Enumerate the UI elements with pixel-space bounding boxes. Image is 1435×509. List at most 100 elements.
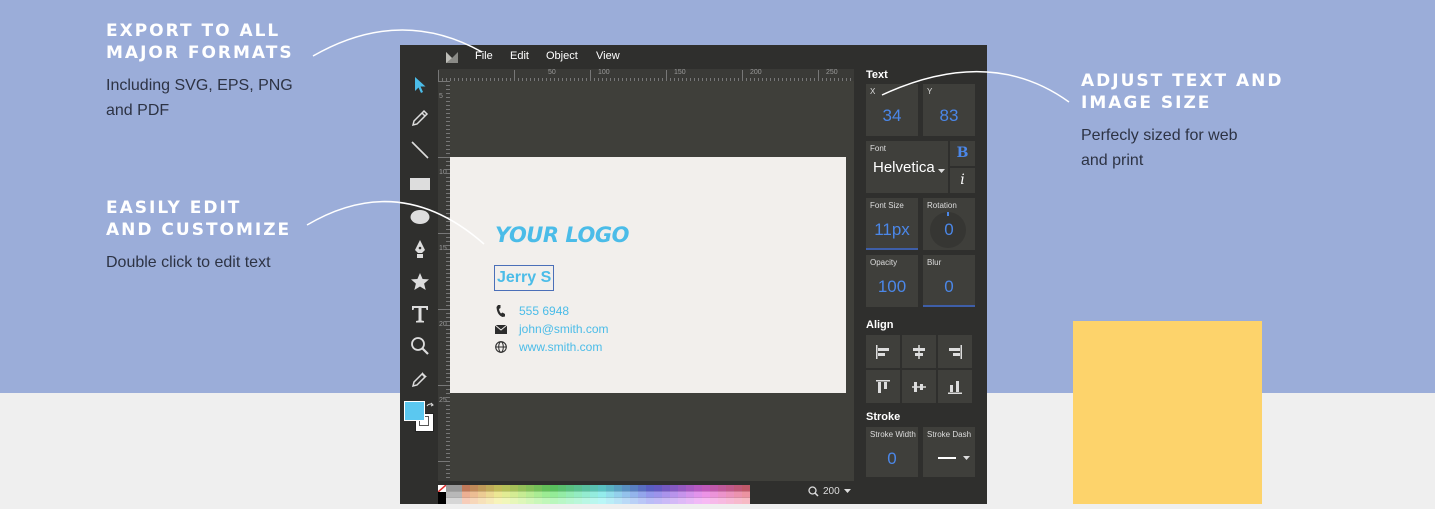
align-section-title: Align bbox=[866, 319, 894, 331]
bold-label: B bbox=[956, 145, 969, 161]
ruler-mark-150: 150 bbox=[674, 69, 686, 76]
bold-button[interactable]: B bbox=[950, 141, 975, 166]
x-field[interactable]: X 34 bbox=[866, 84, 918, 136]
font-chevron-down-icon bbox=[938, 169, 945, 173]
pencil-tool[interactable] bbox=[408, 106, 432, 130]
feature-edit-desc-1: Double click to edit text bbox=[106, 254, 271, 271]
rectangle-tool[interactable] bbox=[408, 172, 432, 196]
stroke-width-value: 0 bbox=[887, 449, 897, 468]
align-middle-button[interactable] bbox=[902, 370, 936, 403]
pen-nib-icon bbox=[415, 240, 425, 258]
menu-view[interactable]: View bbox=[596, 50, 620, 62]
menu-bar: File Edit Object View bbox=[400, 45, 987, 69]
x-label: X bbox=[870, 87, 876, 96]
editor-window: File Edit Object View 100 50 150 200 250… bbox=[400, 45, 987, 505]
align-left-button[interactable] bbox=[866, 335, 900, 368]
feature-export: EXPORT TO ALL MAJOR FORMATS Including SV… bbox=[106, 20, 294, 123]
business-card[interactable]: YOUR LOGO Jerry S 555 6948 john@smith.co… bbox=[450, 157, 846, 393]
feature-adjust-title-2: IMAGE SIZE bbox=[1081, 93, 1212, 113]
canvas-area[interactable]: YOUR LOGO Jerry S 555 6948 john@smith.co… bbox=[450, 81, 854, 481]
align-right-icon bbox=[949, 344, 962, 359]
select-tool[interactable] bbox=[408, 73, 432, 97]
y-value: 83 bbox=[939, 106, 959, 125]
rotation-dial-marker bbox=[947, 212, 949, 216]
card-phone-row[interactable]: 555 6948 bbox=[495, 304, 569, 318]
align-top-button[interactable] bbox=[866, 370, 900, 403]
card-phone: 555 6948 bbox=[519, 304, 570, 318]
align-right-button[interactable] bbox=[938, 335, 972, 368]
blur-value: 0 bbox=[944, 277, 954, 296]
card-logo[interactable]: YOUR LOGO bbox=[495, 223, 629, 247]
ruler-v-mark-10: 10 bbox=[439, 169, 447, 176]
magnifier-icon bbox=[411, 337, 429, 355]
card-name-text[interactable]: Jerry S bbox=[494, 265, 555, 291]
opacity-value: 100 bbox=[877, 277, 907, 296]
align-center-h-button[interactable] bbox=[902, 335, 936, 368]
ruler-mark-200: 200 bbox=[750, 69, 762, 76]
feature-export-title-2: MAJOR FORMATS bbox=[106, 43, 294, 63]
zoom-control[interactable]: 200 bbox=[808, 486, 851, 497]
ruler-v-mark-15: 15 bbox=[439, 245, 447, 252]
opacity-label: Opacity bbox=[870, 258, 898, 267]
line-tool[interactable] bbox=[408, 138, 432, 162]
align-bottom-button[interactable] bbox=[938, 370, 972, 403]
align-bottom-icon bbox=[948, 380, 962, 394]
text-tool[interactable] bbox=[408, 302, 432, 326]
blur-field[interactable]: Blur 0 bbox=[923, 255, 975, 307]
swap-colors-icon[interactable] bbox=[426, 402, 435, 411]
card-web-row[interactable]: www.smith.com bbox=[495, 340, 602, 354]
rotation-value: 0 bbox=[944, 220, 954, 239]
align-center-h-icon bbox=[913, 344, 925, 359]
pencil-icon bbox=[411, 109, 429, 127]
ellipse-tool[interactable] bbox=[408, 205, 432, 229]
card-email-row[interactable]: john@smith.com bbox=[495, 322, 609, 336]
star-tool[interactable] bbox=[408, 270, 432, 294]
font-select[interactable]: Font Helvetica bbox=[866, 141, 948, 193]
palette-swatches[interactable] bbox=[437, 484, 754, 505]
stroke-section-title: Stroke bbox=[866, 411, 901, 423]
stroke-dash-label: Stroke Dash bbox=[927, 430, 972, 439]
ruler-mark-100: 100 bbox=[598, 69, 610, 76]
eyedropper-tool[interactable] bbox=[408, 367, 432, 391]
star-icon bbox=[411, 273, 429, 290]
fill-swatch[interactable] bbox=[404, 401, 425, 421]
zoom-magnifier-icon bbox=[808, 486, 819, 497]
font-size-field[interactable]: Font Size 11px bbox=[866, 198, 918, 250]
menu-object[interactable]: Object bbox=[546, 50, 578, 62]
y-label: Y bbox=[927, 87, 933, 96]
font-size-label: Font Size bbox=[870, 201, 904, 210]
ruler-mark-50: 50 bbox=[548, 69, 556, 76]
app-logo-icon bbox=[446, 52, 458, 63]
opacity-field[interactable]: Opacity 100 bbox=[866, 255, 918, 307]
feature-adjust: ADJUST TEXT AND IMAGE SIZE Perfecly size… bbox=[1081, 70, 1283, 173]
align-top-icon bbox=[876, 379, 890, 393]
envelope-icon bbox=[495, 323, 507, 335]
menu-file[interactable]: File bbox=[475, 50, 493, 62]
vertical-ruler: 5 10 15 20 25 bbox=[438, 81, 450, 481]
pen-tool[interactable] bbox=[408, 237, 432, 261]
ruler-v-mark-20: 20 bbox=[439, 321, 447, 328]
feature-edit-title-2: AND CUSTOMIZE bbox=[106, 220, 292, 240]
rotation-field[interactable]: Rotation 0 bbox=[923, 198, 975, 250]
rotation-label: Rotation bbox=[927, 201, 957, 210]
stroke-width-field[interactable]: Stroke Width 0 bbox=[866, 427, 918, 477]
color-palette[interactable] bbox=[437, 484, 754, 505]
zoom-tool[interactable] bbox=[408, 334, 432, 358]
feature-edit: EASILY EDIT AND CUSTOMIZE Double click t… bbox=[106, 197, 291, 275]
menu-edit[interactable]: Edit bbox=[510, 50, 529, 62]
eyedropper-icon bbox=[411, 372, 427, 388]
stroke-dash-preview bbox=[938, 457, 956, 459]
y-field[interactable]: Y 83 bbox=[923, 84, 975, 136]
card-email: john@smith.com bbox=[519, 322, 609, 336]
italic-button[interactable]: i bbox=[950, 168, 975, 193]
stroke-dash-select[interactable]: Stroke Dash bbox=[923, 427, 975, 477]
zoom-value: 200 bbox=[823, 486, 840, 497]
feature-adjust-desc-2: and print bbox=[1081, 152, 1144, 169]
italic-label: i bbox=[960, 172, 965, 188]
chevron-down-icon bbox=[843, 489, 851, 493]
tool-bar bbox=[400, 69, 438, 504]
color-swatches[interactable] bbox=[404, 401, 435, 432]
text-section-title: Text bbox=[866, 69, 888, 81]
x-value: 34 bbox=[882, 106, 902, 125]
feature-adjust-title-1: ADJUST TEXT AND bbox=[1081, 71, 1284, 91]
